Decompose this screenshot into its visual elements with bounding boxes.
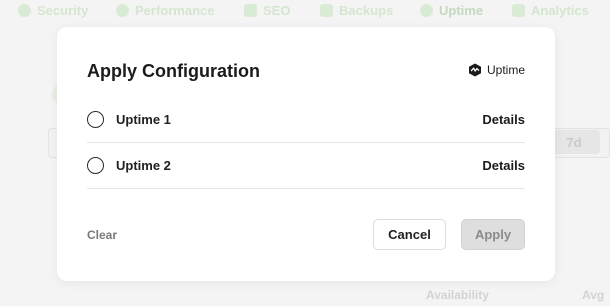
option-label: Uptime 2 [116,158,171,173]
radio-button[interactable] [87,111,104,128]
details-link[interactable]: Details [482,112,525,127]
uptime-logo-icon [468,63,481,77]
nav-item-label: Analytics [531,2,589,18]
nav-item-seo[interactable]: SEO [244,2,290,18]
details-link[interactable]: Details [482,158,525,173]
nav-item-label: Uptime [439,2,484,18]
apply-button[interactable]: Apply [461,219,525,250]
nav-item-label: Backups [339,2,394,18]
dialog-title: Apply Configuration [87,61,260,81]
option-label: Uptime 1 [116,112,171,127]
shield-icon [18,3,31,17]
chart-icon [512,3,525,17]
top-nav: Security Performance SEO Backups Uptime … [0,0,610,22]
nav-item-backups[interactable]: Backups [320,2,393,18]
brand-label: Uptime [486,63,525,77]
nav-item-label: Performance [135,2,215,18]
option-row-uptime-1[interactable]: Uptime 1 Details [87,97,525,143]
clear-button[interactable]: Clear [87,228,117,242]
uptime-icon [420,3,433,17]
cancel-button[interactable]: Cancel [373,219,446,250]
nav-item-label: Security [37,2,89,18]
nav-item-label: SEO [263,2,291,18]
list-icon [244,3,257,17]
nav-item-analytics[interactable]: Analytics [512,2,589,18]
nav-item-performance[interactable]: Performance [116,2,214,18]
nav-item-uptime[interactable]: Uptime [420,2,483,18]
option-row-uptime-2[interactable]: Uptime 2 Details [87,143,525,189]
avg-label: Avg [582,288,605,302]
configuration-options: Uptime 1 Details Uptime 2 Details [87,97,525,189]
database-icon [320,3,333,17]
radio-button[interactable] [87,157,104,174]
range-chip[interactable]: 7d [548,130,600,154]
brand-badge: Uptime [468,63,525,77]
nav-item-security[interactable]: Security [18,2,88,18]
availability-label: Availability [426,288,489,302]
apply-configuration-dialog: Apply Configuration Uptime Uptime 1 Deta… [57,27,555,281]
gauge-icon [116,3,129,17]
